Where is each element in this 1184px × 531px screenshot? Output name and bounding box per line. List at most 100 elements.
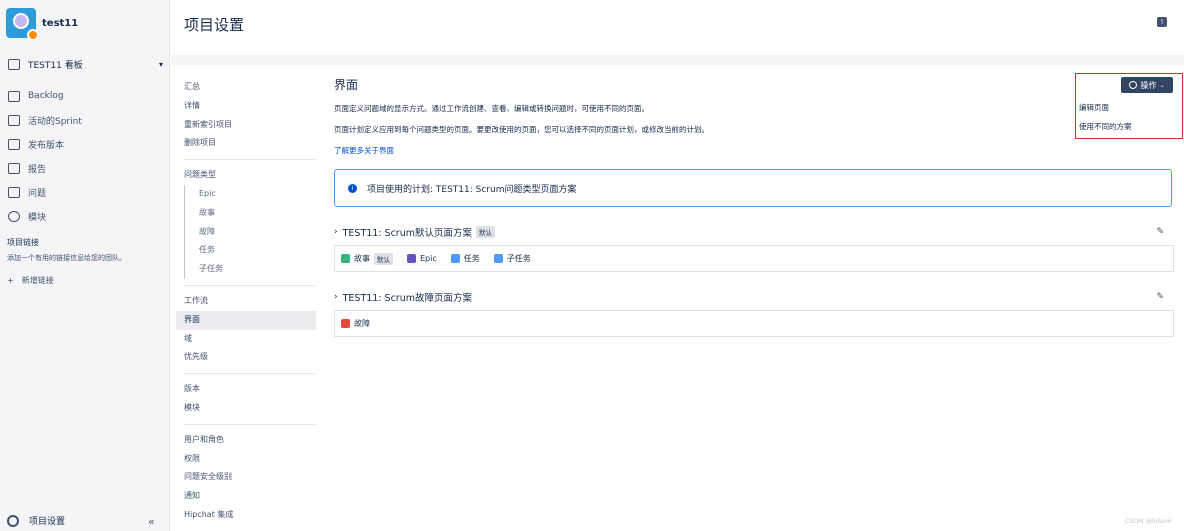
scheme-name: TEST11: Scrum默认页面方案: [342, 228, 472, 239]
settings-nav-components[interactable]: 模块: [176, 399, 316, 418]
expand-icon[interactable]: ›: [334, 227, 338, 237]
issue-type-bug: 故障: [341, 318, 370, 329]
issue-type-task: 任务: [450, 253, 480, 264]
chart-icon: [8, 162, 20, 174]
feedback-icon[interactable]: !: [1157, 17, 1167, 27]
scheme-header[interactable]: › TEST11: Scrum默认页面方案 默认 ✎: [334, 222, 1174, 242]
board-label: TEST11 看板: [28, 61, 83, 71]
avatar-face-icon: [13, 13, 29, 29]
sidebar-nav: Backlog 活动的Sprint 发布版本 报告 问题 模块: [8, 84, 163, 228]
info-icon: i: [348, 183, 357, 193]
issue-type-label: 故事: [354, 254, 370, 263]
settings-nav-subtask[interactable]: 子任务: [184, 260, 316, 279]
section-title: 界面: [334, 78, 359, 92]
issue-type-story: 故事 默认: [341, 252, 393, 265]
settings-nav-versions[interactable]: 版本: [176, 380, 316, 399]
chevron-down-icon: ▾: [158, 60, 163, 69]
plus-icon: +: [7, 276, 14, 285]
watermark: CSDN @lidaoo: [1125, 517, 1172, 525]
subtask-icon: [493, 254, 503, 263]
settings-nav-epic[interactable]: Epic: [184, 184, 316, 204]
sidebar-item-backlog[interactable]: Backlog: [8, 84, 163, 108]
gear-icon: [1129, 81, 1138, 89]
screens-panel: 界面 页面定义问题域的显示方式。通过工作流创建、查看、编辑或转换问题时，可使用不…: [334, 76, 1174, 337]
epic-icon: [407, 254, 416, 263]
scheme-name: TEST11: Scrum故障页面方案: [342, 293, 472, 304]
sidebar-item-issues[interactable]: 问题: [8, 180, 163, 204]
menu-edit-screens[interactable]: 编辑页面: [1079, 102, 1109, 113]
issue-type-subtask: 子任务: [493, 253, 531, 264]
sidebar-item-label: 活动的Sprint: [28, 116, 82, 127]
bug-icon: [341, 319, 350, 328]
scheme-info-box: i 项目使用的计划: TEST11: Scrum问题类型页面方案: [334, 169, 1172, 207]
add-link-button[interactable]: + 新增链接: [7, 275, 54, 286]
sidebar-item-releases[interactable]: 发布版本: [8, 132, 163, 156]
collapse-sidebar-icon[interactable]: «: [148, 515, 155, 528]
menu-use-different-scheme[interactable]: 使用不同的方案: [1079, 121, 1132, 132]
scheme-header[interactable]: › TEST11: Scrum故障页面方案 ✎: [334, 287, 1174, 307]
edit-icon[interactable]: ✎: [1156, 227, 1164, 237]
scheme-info-text: 项目使用的计划: TEST11: Scrum问题类型页面方案: [367, 184, 577, 195]
settings-nav-workflows[interactable]: 工作流: [176, 292, 316, 311]
sidebar-item-components[interactable]: 模块: [8, 204, 163, 228]
divider: [184, 159, 316, 161]
description-2: 页面计划定义应用到每个问题类型的页面。要更改使用的页面，您可以选择不同的页面计划…: [334, 125, 709, 134]
page-title: 项目设置: [184, 16, 245, 34]
project-links-desc: 添加一个有用的链接信息给您的团队。: [7, 254, 126, 262]
learn-more-link[interactable]: 了解更多关于界面: [334, 145, 1174, 156]
avatar-badge-icon: [27, 29, 39, 41]
issues-icon: [8, 186, 20, 198]
actions-button[interactable]: 操作 ⌄: [1121, 77, 1173, 93]
project-header[interactable]: test11: [6, 8, 79, 41]
issue-type-list: 故事 默认 Epic 任务 子任务: [334, 245, 1174, 272]
issue-type-label: 故障: [354, 319, 370, 328]
settings-nav-delete[interactable]: 删除项目: [176, 134, 316, 153]
settings-nav-story[interactable]: 故事: [184, 203, 316, 223]
settings-nav-fields[interactable]: 域: [176, 330, 316, 349]
ship-icon: [8, 138, 20, 150]
settings-nav-issue-security[interactable]: 问题安全级别: [176, 468, 316, 487]
sidebar-item-reports[interactable]: 报告: [8, 156, 163, 180]
add-link-label: 新增链接: [21, 276, 54, 285]
description-1: 页面定义问题域的显示方式。通过工作流创建、查看、编辑或转换问题时，可使用不同的页…: [334, 104, 649, 113]
divider: [184, 284, 316, 286]
issue-type-label: 子任务: [506, 254, 531, 263]
settings-nav-summary[interactable]: 汇总: [176, 78, 316, 97]
sidebar-item-label: 报告: [28, 164, 47, 175]
settings-nav-issue-types[interactable]: 问题类型: [176, 166, 316, 185]
settings-nav-hipchat[interactable]: Hipchat 集成: [176, 506, 316, 525]
sidebar-item-label: 模块: [28, 212, 47, 223]
project-links-title: 项目链接: [7, 238, 39, 247]
settings-nav-details[interactable]: 详情: [176, 97, 316, 116]
project-name: test11: [42, 17, 79, 29]
scheme-bug: › TEST11: Scrum故障页面方案 ✎ 故障: [334, 287, 1174, 337]
settings-nav-priorities[interactable]: 优先级: [176, 348, 316, 367]
settings-nav-task[interactable]: 任务: [184, 241, 316, 261]
project-avatar: [6, 8, 39, 41]
settings-nav-bug[interactable]: 故障: [184, 222, 316, 242]
board-icon: [8, 59, 20, 70]
expand-icon[interactable]: ›: [334, 292, 338, 302]
divider: [184, 373, 316, 375]
issue-type-label: 任务: [463, 254, 480, 263]
sidebar-item-active-sprint[interactable]: 活动的Sprint: [8, 108, 163, 132]
edit-icon[interactable]: ✎: [1156, 292, 1164, 302]
settings-nav-reindex[interactable]: 重新索引项目: [176, 116, 316, 135]
issue-type-list: 故障: [334, 310, 1174, 337]
settings-nav-permissions[interactable]: 权限: [176, 450, 316, 469]
backlog-icon: [8, 90, 20, 102]
settings-nav-screens[interactable]: 界面: [176, 310, 316, 330]
task-icon: [450, 254, 460, 263]
sidebar-item-label: 项目设置: [29, 517, 66, 527]
sidebar-item-label: 发布版本: [28, 140, 65, 151]
board-icon: [8, 114, 20, 126]
sidebar-item-project-settings[interactable]: 项目设置: [7, 514, 65, 527]
settings-nav-notifications[interactable]: 通知: [176, 487, 316, 506]
settings-nav: 汇总 详情 重新索引项目 删除项目 问题类型 Epic 故事 故障 任务 子任务…: [176, 78, 316, 525]
board-selector[interactable]: TEST11 看板 ▾: [8, 58, 163, 71]
chevron-down-icon: ⌄: [1159, 81, 1165, 89]
settings-nav-users-roles[interactable]: 用户和角色: [176, 431, 316, 450]
gear-icon: [7, 514, 19, 527]
story-icon: [341, 254, 350, 263]
divider: [184, 423, 316, 425]
